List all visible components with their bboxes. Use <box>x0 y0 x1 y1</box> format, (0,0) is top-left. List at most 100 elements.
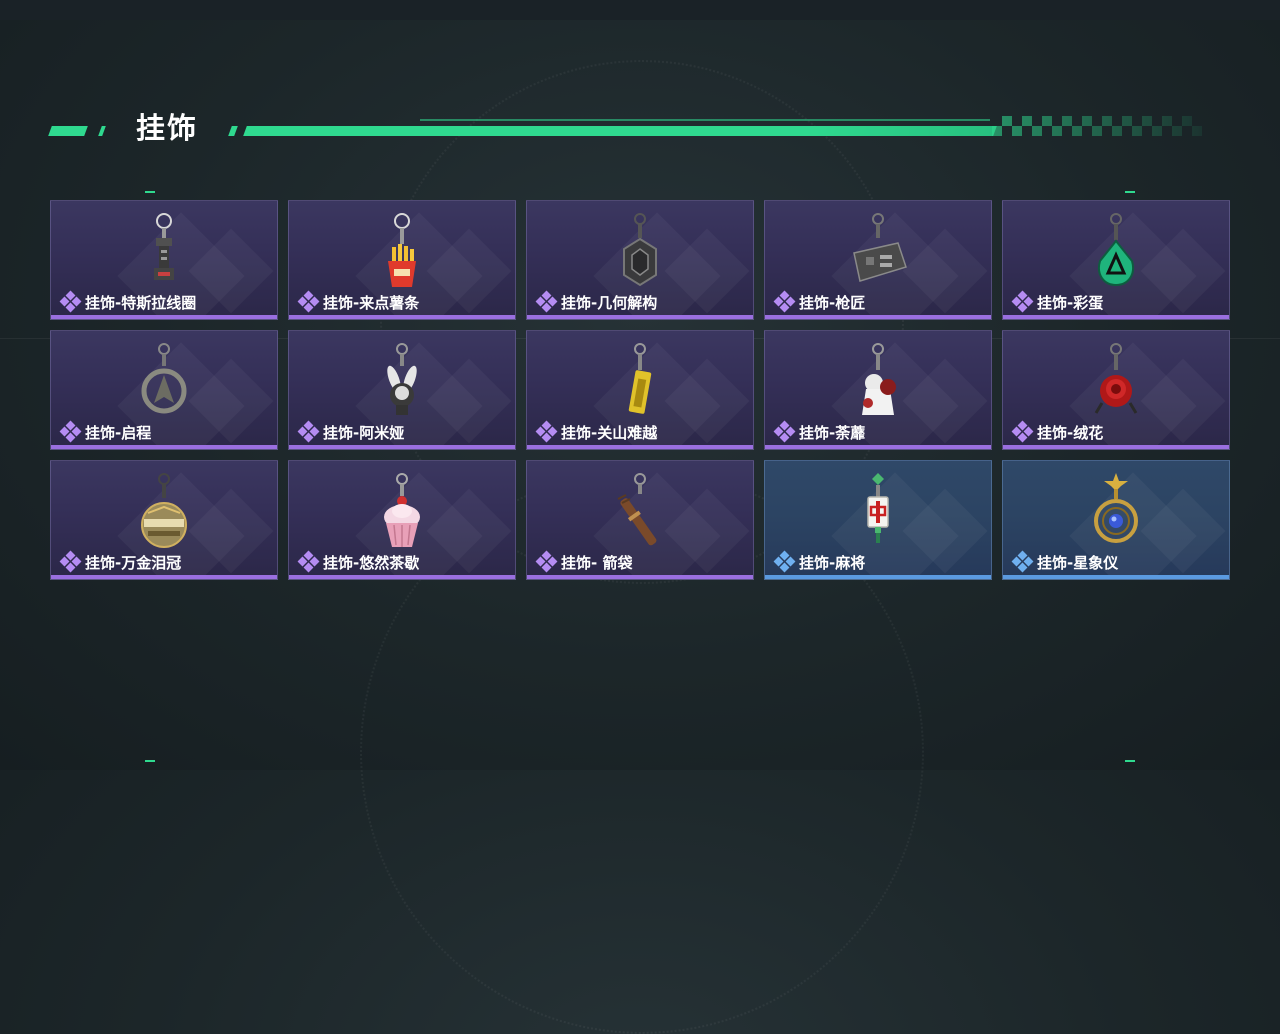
top-bar <box>0 0 1280 20</box>
corner-tick <box>145 191 155 193</box>
charm-name: 挂饰-绒花 <box>1037 423 1104 442</box>
charm-name: 挂饰-启程 <box>85 423 152 442</box>
charm-card[interactable]: 挂饰-绒花 <box>1002 330 1230 450</box>
rarity-bar <box>1003 315 1229 319</box>
rarity-bar <box>765 575 991 579</box>
rarity-diamond-icon <box>297 290 320 313</box>
card-label: 挂饰-阿米娅 <box>297 420 405 443</box>
card-label: 挂饰- 箭袋 <box>535 550 633 573</box>
charm-name: 挂饰-关山难越 <box>561 423 658 442</box>
cupcake-charm-icon <box>384 473 420 547</box>
fries-charm-icon <box>388 213 416 287</box>
rarity-diamond-icon <box>59 420 82 443</box>
rose-charm-icon <box>1094 343 1138 414</box>
charm-name: 挂饰-悠然茶歇 <box>323 553 420 572</box>
rarity-diamond-icon <box>535 420 558 443</box>
charm-card[interactable]: 挂饰-启程 <box>50 330 278 450</box>
rarity-diamond-icon <box>535 290 558 313</box>
charm-name: 挂饰-几何解构 <box>561 293 658 312</box>
amiya-charm-icon <box>387 343 417 415</box>
card-label: 挂饰-枪匠 <box>773 290 866 313</box>
charm-name: 挂饰-来点薯条 <box>323 293 420 312</box>
charm-name: 挂饰-麻将 <box>799 553 866 572</box>
charm-card[interactable]: 挂饰-万金泪冠 <box>50 460 278 580</box>
charm-card[interactable]: 挂饰-特斯拉线圈 <box>50 200 278 320</box>
charm-card[interactable]: 挂饰-荼蘼 <box>764 330 992 450</box>
header-accent-bar <box>228 126 238 136</box>
rarity-diamond-icon <box>773 290 796 313</box>
rarity-bar <box>527 575 753 579</box>
rarity-bar <box>765 445 991 449</box>
charm-name: 挂饰-阿米娅 <box>323 423 405 442</box>
departure-charm-icon <box>141 343 187 414</box>
rarity-bar <box>1003 445 1229 449</box>
card-label: 挂饰-来点薯条 <box>297 290 420 313</box>
rarity-diamond-icon <box>1011 550 1034 573</box>
charm-name: 挂饰-特斯拉线圈 <box>85 293 197 312</box>
rarity-diamond-icon <box>1011 420 1034 443</box>
card-label: 挂饰-星象仪 <box>1011 550 1119 573</box>
corner-tick <box>1125 191 1135 193</box>
charm-name: 挂饰-星象仪 <box>1037 553 1119 572</box>
rarity-diamond-icon <box>297 550 320 573</box>
card-label: 挂饰-彩蛋 <box>1011 290 1104 313</box>
charm-card[interactable]: 挂饰-彩蛋 <box>1002 200 1230 320</box>
charm-name: 挂饰-万金泪冠 <box>85 553 182 572</box>
header-checker-pattern <box>992 116 1202 136</box>
charm-card[interactable]: 挂饰- 箭袋 <box>526 460 754 580</box>
rarity-bar <box>1003 575 1229 579</box>
rarity-diamond-icon <box>59 550 82 573</box>
header-accent-bar <box>98 126 106 136</box>
rarity-diamond-icon <box>773 550 796 573</box>
card-label: 挂饰-几何解构 <box>535 290 658 313</box>
rarity-diamond-icon <box>59 290 82 313</box>
section-title: 挂饰 <box>136 111 199 145</box>
rarity-diamond-icon <box>535 550 558 573</box>
rarity-bar <box>289 445 515 449</box>
card-label: 挂饰-绒花 <box>1011 420 1104 443</box>
charm-card[interactable]: 挂饰-悠然茶歇 <box>288 460 516 580</box>
header-thin-line <box>420 119 990 121</box>
rarity-bar <box>289 575 515 579</box>
rarity-bar <box>51 575 277 579</box>
charm-card[interactable]: 挂饰-来点薯条 <box>288 200 516 320</box>
charm-name: 挂饰-彩蛋 <box>1037 293 1104 312</box>
charm-card[interactable]: 挂饰-枪匠 <box>764 200 992 320</box>
charm-name: 挂饰-荼蘼 <box>799 423 866 442</box>
card-label: 挂饰-启程 <box>59 420 152 443</box>
flower-figure-charm-icon <box>862 343 896 415</box>
card-label: 挂饰-特斯拉线圈 <box>59 290 197 313</box>
corner-tick <box>145 760 155 762</box>
card-label: 挂饰-荼蘼 <box>773 420 866 443</box>
charm-name: 挂饰-枪匠 <box>799 293 866 312</box>
astrolabe-charm-icon <box>1094 473 1138 543</box>
charm-card[interactable]: 挂饰-阿米娅 <box>288 330 516 450</box>
charm-card[interactable]: 挂饰-麻将 <box>764 460 992 580</box>
quiver-charm-icon <box>617 473 657 546</box>
tesla-coil-charm-icon <box>154 213 174 280</box>
header-accent-bar <box>243 126 997 136</box>
rarity-bar <box>765 315 991 319</box>
card-label: 挂饰-关山难越 <box>535 420 658 443</box>
geometric-charm-icon <box>623 213 657 287</box>
charm-card[interactable]: 挂饰-几何解构 <box>526 200 754 320</box>
rarity-diamond-icon <box>297 420 320 443</box>
charm-card[interactable]: 挂饰-关山难越 <box>526 330 754 450</box>
charm-name: 挂饰- 箭袋 <box>561 553 633 572</box>
card-label: 挂饰-万金泪冠 <box>59 550 182 573</box>
gold-bar-charm-icon <box>628 343 652 414</box>
card-label: 挂饰-悠然茶歇 <box>297 550 420 573</box>
rarity-diamond-icon <box>773 420 796 443</box>
corner-tick <box>1125 760 1135 762</box>
rarity-bar <box>51 445 277 449</box>
crown-orb-charm-icon <box>141 473 187 548</box>
mahjong-charm-icon <box>867 473 889 543</box>
rarity-bar <box>527 445 753 449</box>
rarity-diamond-icon <box>1011 290 1034 313</box>
rarity-bar <box>51 315 277 319</box>
card-label: 挂饰-麻将 <box>773 550 866 573</box>
charm-card[interactable]: 挂饰-星象仪 <box>1002 460 1230 580</box>
gunsmith-charm-icon <box>853 213 907 282</box>
charm-grid: 挂饰-特斯拉线圈 挂饰-来点薯条 挂饰-几何解构 挂饰-枪匠 挂饰-彩蛋 挂饰-… <box>50 200 1230 580</box>
rarity-bar <box>527 315 753 319</box>
